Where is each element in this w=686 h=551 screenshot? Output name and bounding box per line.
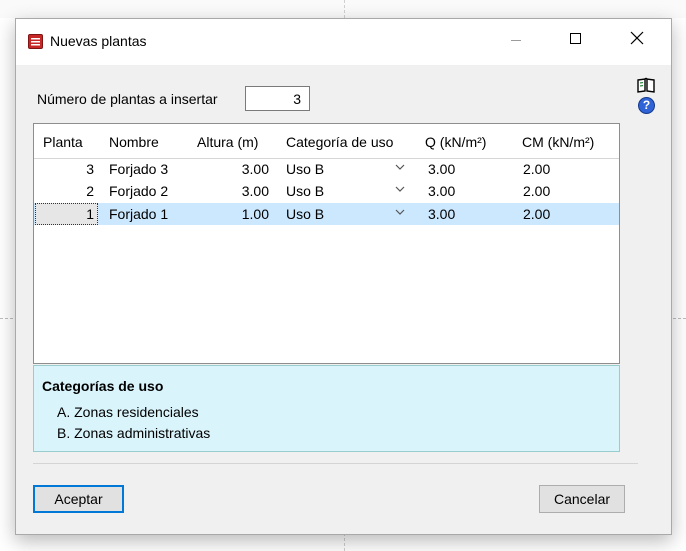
usage-categories-panel: Categorías de uso A. Zonas residenciales…	[33, 365, 620, 452]
column-header-planta[interactable]: Planta	[43, 134, 83, 150]
cell-categoria[interactable]: Uso B	[286, 161, 324, 177]
cancel-button[interactable]: Cancelar	[539, 485, 625, 513]
cell-nombre[interactable]: Forjado 3	[109, 161, 168, 177]
cell-nombre[interactable]: Forjado 1	[109, 206, 168, 222]
chevron-down-icon[interactable]	[394, 207, 406, 217]
app-logo-icon	[28, 34, 43, 49]
minimize-button[interactable]	[493, 19, 539, 59]
maximize-icon	[570, 33, 581, 44]
cell-nombre[interactable]: Forjado 2	[109, 183, 168, 199]
column-header-categoria[interactable]: Categoría de uso	[286, 134, 393, 150]
table-row-selected[interactable]: 1 Forjado 1 1.00 Uso B 3.00 2.00	[34, 203, 619, 225]
minimize-icon	[511, 40, 521, 41]
cell-categoria[interactable]: Uso B	[286, 183, 324, 199]
title-bar[interactable]: Nuevas plantas	[16, 19, 671, 65]
table-row[interactable]: 2 Forjado 2 3.00 Uso B 3.00 2.00	[34, 181, 619, 201]
column-header-cm[interactable]: CM (kN/m²)	[522, 134, 594, 150]
accept-button[interactable]: Aceptar	[33, 485, 124, 513]
chevron-down-icon[interactable]	[394, 184, 406, 194]
usage-category-item: A. Zonas residenciales	[57, 404, 199, 420]
column-header-altura[interactable]: Altura (m)	[197, 134, 258, 150]
footer-divider	[33, 463, 638, 464]
cell-planta: 3	[86, 161, 94, 177]
cell-categoria[interactable]: Uso B	[286, 206, 324, 222]
floors-table: Planta Nombre Altura (m) Categoría de us…	[33, 123, 620, 364]
cell-cm[interactable]: 2.00	[523, 161, 550, 177]
cell-altura[interactable]: 1.00	[194, 206, 269, 222]
cell-altura[interactable]: 3.00	[194, 161, 269, 177]
book-icon[interactable]	[636, 77, 656, 93]
cell-cm[interactable]: 2.00	[523, 183, 550, 199]
window-title: Nuevas plantas	[50, 33, 147, 49]
cell-planta: 2	[86, 183, 94, 199]
cell-altura[interactable]: 3.00	[194, 183, 269, 199]
cell-q[interactable]: 3.00	[428, 206, 455, 222]
floor-count-input[interactable]	[245, 86, 310, 111]
cell-q[interactable]: 3.00	[428, 161, 455, 177]
new-floors-dialog: Nuevas plantas ? Número de plantas a ins…	[15, 18, 672, 535]
column-header-q[interactable]: Q (kN/m²)	[425, 134, 486, 150]
close-icon	[630, 31, 644, 45]
floor-count-label: Número de plantas a insertar	[37, 91, 218, 107]
table-row[interactable]: 3 Forjado 3 3.00 Uso B 3.00 2.00	[34, 159, 619, 179]
usage-category-item: B. Zonas administrativas	[57, 425, 211, 441]
maximize-button[interactable]	[553, 19, 599, 59]
usage-categories-title: Categorías de uso	[42, 378, 164, 394]
chevron-down-icon[interactable]	[394, 162, 406, 172]
cell-cm[interactable]: 2.00	[523, 206, 550, 222]
help-icon[interactable]: ?	[638, 97, 655, 114]
background-window	[0, 0, 686, 18]
table-header: Planta Nombre Altura (m) Categoría de us…	[34, 124, 619, 159]
close-button[interactable]	[614, 19, 660, 59]
cell-planta: 1	[86, 206, 94, 222]
column-header-nombre[interactable]: Nombre	[109, 134, 159, 150]
cell-q[interactable]: 3.00	[428, 183, 455, 199]
